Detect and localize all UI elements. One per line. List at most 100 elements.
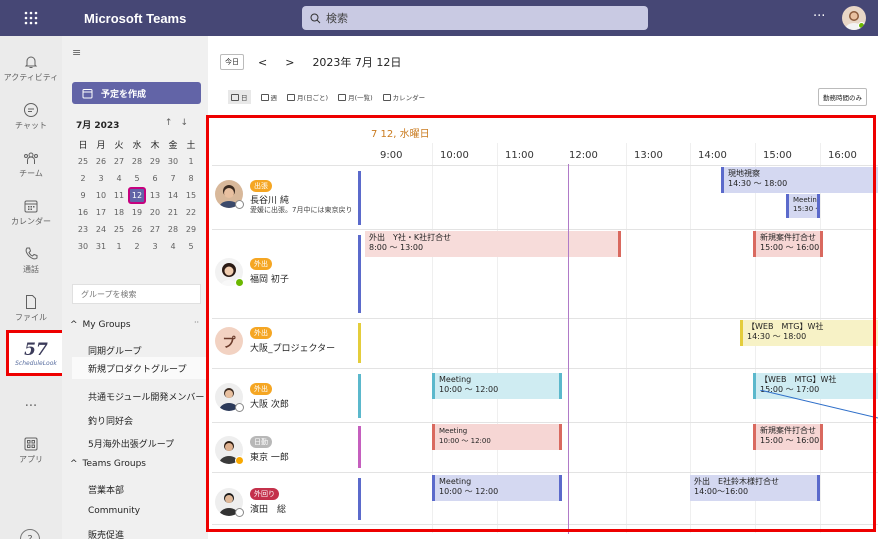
calendar-event[interactable]: Meeting 10:00 ～ 12:00 (432, 424, 562, 450)
calendar-day[interactable]: 12 (128, 187, 146, 204)
person-name[interactable]: 濱田 総 (250, 502, 286, 515)
calendar-day[interactable]: 6 (146, 170, 164, 187)
calendar-day[interactable]: 28 (164, 221, 182, 238)
calendar-event[interactable]: Meeting 15:30 ～ (786, 194, 820, 218)
calendar-event[interactable]: 新規案件打合せ 15:00 ～ 16:00 (753, 424, 823, 450)
calendar-day[interactable]: 4 (164, 238, 182, 255)
group-item[interactable]: 釣り同好会 (88, 414, 133, 427)
calendar-day[interactable]: 10 (92, 187, 110, 204)
event-title: 現地視察 (728, 169, 760, 178)
calendar-day[interactable]: 2 (128, 238, 146, 255)
calendar-event[interactable]: 現地視察 14:30 ～ 18:00 (721, 167, 878, 193)
calendar-day[interactable]: 26 (128, 221, 146, 238)
calendar-day[interactable]: 27 (146, 221, 164, 238)
rail-item-files[interactable]: ファイル (0, 286, 62, 330)
calendar-day[interactable]: 31 (92, 238, 110, 255)
group-item[interactable]: 同期グループ (88, 344, 141, 357)
person-name[interactable]: 東京 一郎 (250, 450, 289, 463)
next-day-button[interactable]: > (285, 56, 294, 69)
more-options-icon[interactable]: ··· (813, 9, 825, 24)
calendar-event[interactable]: Meeting 10:00 ～ 12:00 (432, 475, 562, 501)
calendar-day[interactable]: 17 (92, 204, 110, 221)
calendar-day[interactable]: 18 (110, 204, 128, 221)
rail-item-teams[interactable]: チーム (0, 142, 62, 186)
group-options-icon[interactable]: ·· (194, 318, 199, 327)
calendar-day[interactable]: 15 (182, 187, 200, 204)
teams-groups-section[interactable]: ^ Teams Groups (70, 459, 146, 469)
rail-item-calendar[interactable]: カレンダー (0, 190, 62, 234)
group-item[interactable]: 営業本部 (88, 483, 124, 496)
person-name[interactable]: 大阪_プロジェクター (250, 341, 335, 354)
calendar-day[interactable]: 30 (74, 238, 92, 255)
calendar-day[interactable]: 3 (146, 238, 164, 255)
work-hours-only-button[interactable]: 勤務時間のみ (818, 88, 867, 106)
calendar-day[interactable]: 4 (110, 170, 128, 187)
calendar-day[interactable]: 9 (74, 187, 92, 204)
calendar-day[interactable]: 1 (182, 153, 200, 170)
group-item[interactable]: 5月海外出張グループ (88, 437, 174, 450)
calendar-day[interactable]: 25 (74, 153, 92, 170)
calendar-day[interactable]: 28 (128, 153, 146, 170)
calendar-day[interactable]: 26 (92, 153, 110, 170)
hamburger-menu-icon[interactable]: ≡ (72, 46, 81, 59)
calendar-day[interactable]: 24 (92, 221, 110, 238)
calendar-day[interactable]: 21 (164, 204, 182, 221)
calendar-day[interactable]: 7 (164, 170, 182, 187)
avatar[interactable]: プ (215, 327, 243, 355)
view-day-button[interactable]: 日 (228, 90, 251, 104)
calendar-day[interactable]: 13 (146, 187, 164, 204)
month-nav-arrows[interactable]: ↑↓ (165, 118, 196, 131)
calendar-day[interactable]: 1 (110, 238, 128, 255)
rail-item-apps[interactable]: アプリ (0, 428, 62, 472)
calendar-day[interactable]: 5 (182, 238, 200, 255)
calendar-day[interactable]: 29 (182, 221, 200, 238)
calendar-day[interactable]: 19 (128, 204, 146, 221)
calendar-day[interactable]: 27 (110, 153, 128, 170)
person-name[interactable]: 福岡 初子 (250, 272, 289, 285)
rail-item-schedulelook[interactable]: 57 ScheduleLook (6, 330, 66, 376)
calendar-day[interactable]: 16 (74, 204, 92, 221)
more-apps-button[interactable]: ... (0, 380, 62, 424)
calendar-event[interactable]: 外出 E社鈴木様打合せ 14:00～16:00 (690, 475, 820, 501)
create-event-button[interactable]: 予定を作成 (72, 82, 201, 104)
calendar-day[interactable]: 29 (146, 153, 164, 170)
calendar-day[interactable]: 23 (74, 221, 92, 238)
calendar-day[interactable]: 11 (110, 187, 128, 204)
group-item-selected[interactable]: 新規プロダクトグループ (72, 357, 208, 379)
group-item[interactable]: Community (88, 506, 140, 516)
presence-offline-icon (235, 200, 244, 209)
group-item[interactable]: 共通モジュール開発メンバー (88, 390, 204, 403)
calendar-day[interactable]: 8 (182, 170, 200, 187)
calendar-day[interactable]: 2 (74, 170, 92, 187)
calendar-day[interactable]: 22 (182, 204, 200, 221)
weekday-header: 火 (114, 141, 124, 151)
calendar-day[interactable]: 30 (164, 153, 182, 170)
view-week-button[interactable]: 週 (260, 92, 277, 102)
calendar-event[interactable]: 外出 Y社・K社打合せ 8:00 ～ 13:00 (365, 231, 621, 257)
person-name[interactable]: 大阪 次郎 (250, 397, 289, 410)
calendar-day[interactable]: 25 (110, 221, 128, 238)
app-launcher-icon[interactable] (0, 0, 62, 36)
view-month-list-button[interactable]: 月(一覧) (338, 92, 373, 102)
calendar-day[interactable]: 3 (92, 170, 110, 187)
rail-item-activity[interactable]: アクティビティ (0, 46, 62, 90)
my-groups-section[interactable]: ^ My Groups (70, 320, 131, 330)
rail-item-chat[interactable]: チャット (0, 94, 62, 138)
avatar[interactable] (842, 6, 866, 30)
calendar-day[interactable]: 5 (128, 170, 146, 187)
calendar-day[interactable]: 20 (146, 204, 164, 221)
search-input[interactable]: 検索 (302, 6, 648, 30)
group-search-input[interactable]: グループを検索 (72, 284, 201, 304)
calendar-event[interactable]: 新規案件打合せ 15:00 ～ 16:00 (753, 231, 823, 257)
rail-item-calls[interactable]: 通話 (0, 238, 62, 282)
today-button[interactable]: 今日 (220, 54, 244, 70)
calendar-day[interactable]: 14 (164, 187, 182, 204)
view-calendar-button[interactable]: カレンダー (382, 92, 425, 102)
grid-line (626, 143, 627, 533)
group-item[interactable]: 販売促進 (88, 528, 124, 539)
event-time: 10:00 ～ 12:00 (439, 487, 499, 496)
view-month-daily-button[interactable]: 月(日ごと) (287, 92, 328, 102)
calendar-event[interactable]: Meeting 10:00 ～ 12:00 (432, 373, 562, 399)
calendar-event[interactable]: 【WEB MTG】W社 14:30 ～ 18:00 (740, 320, 878, 346)
previous-day-button[interactable]: < (258, 56, 267, 69)
